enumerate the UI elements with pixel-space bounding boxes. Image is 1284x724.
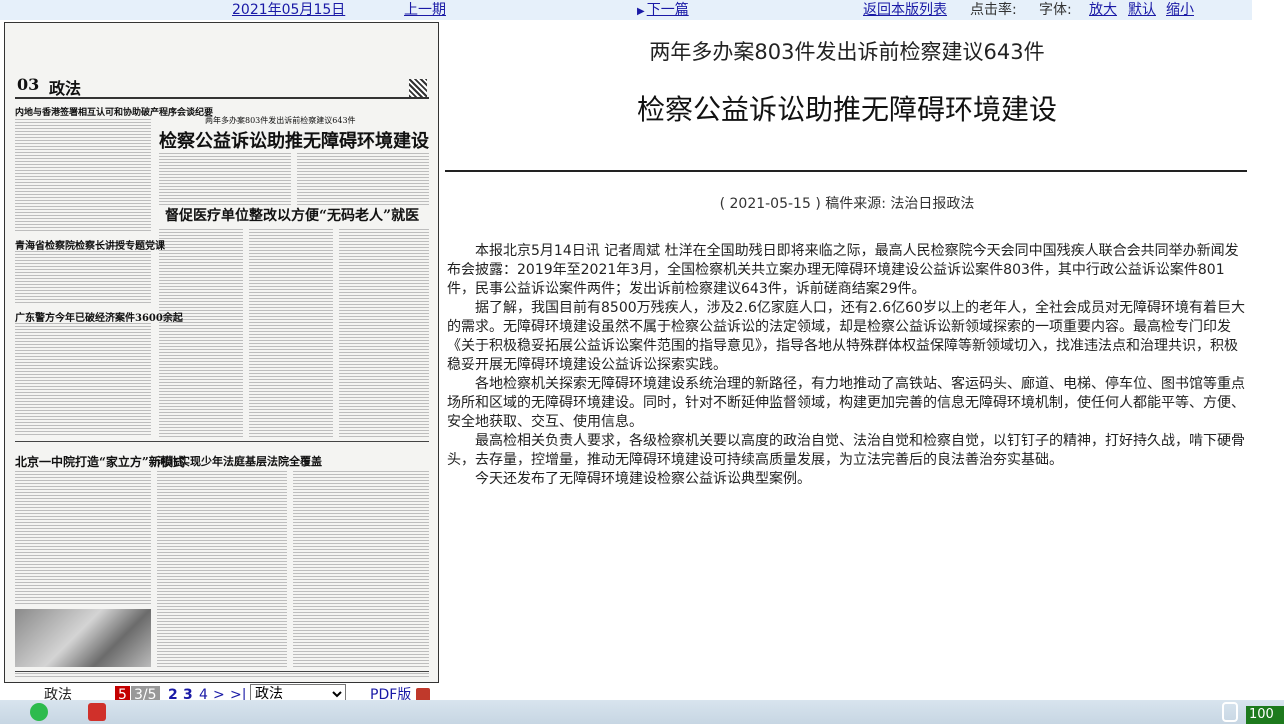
zoom-level-badge: 100 — [1246, 706, 1284, 724]
wps-icon[interactable] — [88, 703, 106, 721]
page-number: 03 — [17, 75, 40, 94]
article-meta: ( 2021-05-15 ) 稿件来源: 法治日报政法 — [719, 196, 975, 212]
article-body: 本报北京5月14日讯 记者周斌 杜洋在全国助残日即将来临之际，最高人民检察院今天… — [447, 242, 1247, 489]
news-photo — [15, 609, 151, 667]
thumb-headline-7: 河北实现少年法庭基层法院全覆盖 — [157, 455, 322, 468]
next-article[interactable]: ▶ 下一篇 — [637, 0, 689, 22]
top-nav-bar: 2021年05月15日 上一期 ▶ 下一篇 返回本版列表 点击率: 字体: 放大 … — [0, 0, 1252, 20]
page-header-rule — [15, 97, 429, 99]
system-taskbar — [0, 700, 1284, 724]
article-paragraph: 最高检相关负责人要求，各级检察机关要以高度的政治自觉、法治自觉和检察自觉，以钉钉… — [447, 433, 1245, 468]
power-plug-icon — [1222, 702, 1238, 722]
page-section: 政法 — [49, 79, 82, 98]
thumb-subtitle: 两年多办案803件发出诉前检察建议643件 — [205, 116, 356, 125]
issue-date-link[interactable]: 2021年05月15日 — [232, 0, 345, 20]
thumb-headline-3: 内地与香港签署相互认可和协助破产程序会谈纪要 — [15, 108, 214, 118]
title-divider — [445, 170, 1247, 172]
article-paragraph: 本报北京5月14日讯 记者周斌 杜洋在全国助残日即将来临之际，最高人民检察院今天… — [447, 243, 1239, 297]
font-size-label: 字体: — [1039, 2, 1072, 18]
article-title: 检察公益诉讼助推无障碍环境建设 — [636, 93, 1057, 126]
thumb-lead-headline: 检察公益诉讼助推无障碍环境建设 — [159, 131, 429, 152]
article-subtitle: 两年多办案803件发出诉前检察建议643件 — [649, 40, 1045, 64]
thumb-headline-4: 青海省检察院检察长讲授专题党课 — [15, 241, 165, 252]
thumb-headline-2: 督促医疗单位整改以方便“无码老人”就医 — [165, 208, 420, 224]
article-paragraph: 今天还发布了无障碍环境建设检察公益诉讼典型案例。 — [475, 471, 811, 487]
article-paragraph: 据了解，我国目前有8500万残疾人，涉及2.6亿家庭人口，还有2.6亿60岁以上… — [447, 300, 1245, 373]
wechat-icon[interactable] — [30, 703, 48, 721]
right-triangle-icon: ▶ — [637, 6, 645, 17]
font-small-link[interactable]: 缩小 — [1166, 0, 1194, 20]
click-rate-label: 点击率: — [970, 2, 1017, 18]
back-to-list-link[interactable]: 返回本版列表 — [863, 0, 947, 20]
font-default-link[interactable]: 默认 — [1128, 0, 1156, 20]
font-large-link[interactable]: 放大 — [1089, 0, 1117, 20]
thumb-headline-5: 广东警方今年已破经济案件3600余起 — [15, 313, 183, 324]
article-paragraph: 各地检察机关探索无障碍环境建设系统治理的新路径，有力地推动了高铁站、客运码头、廊… — [447, 376, 1245, 430]
next-article-link[interactable]: 下一篇 — [647, 2, 689, 18]
previous-issue-link[interactable]: 上一期 — [404, 0, 446, 20]
qr-code-icon — [409, 79, 427, 97]
newspaper-page-thumbnail[interactable]: 03 政法 两年多办案803件发出诉前检察建议643件 检察公益诉讼助推无障碍环… — [4, 22, 439, 683]
